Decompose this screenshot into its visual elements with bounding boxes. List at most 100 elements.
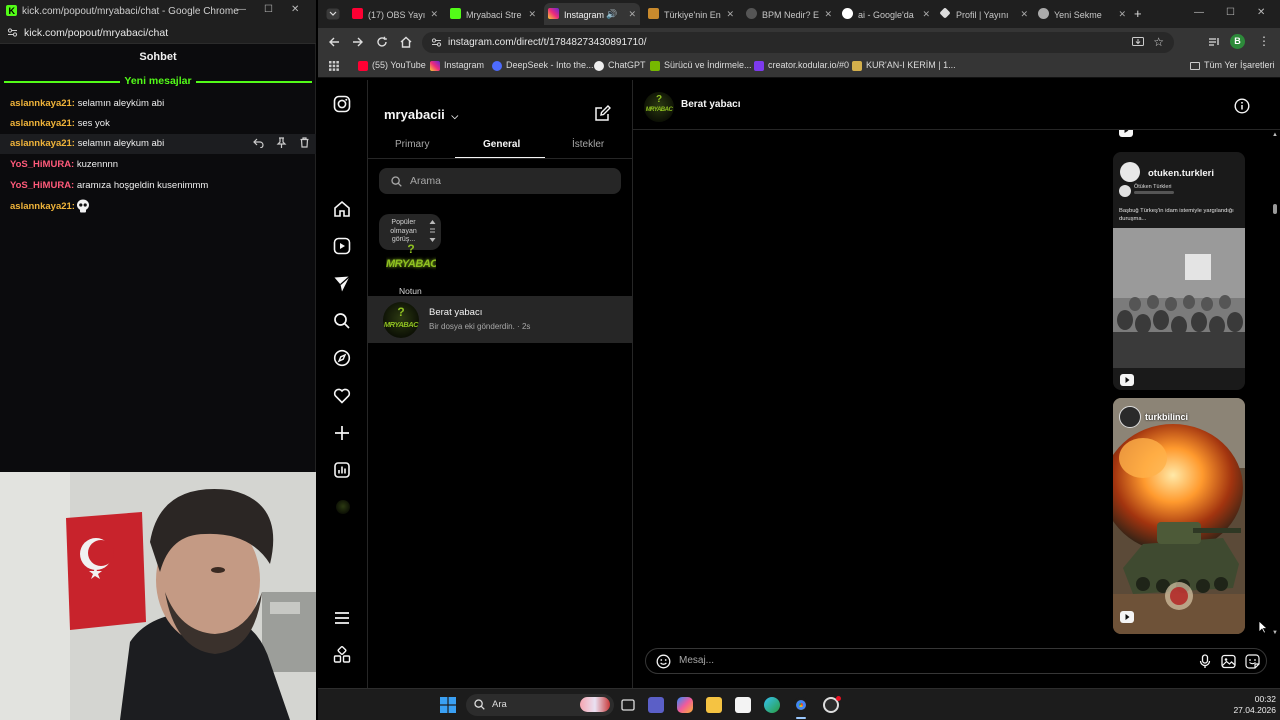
thread-item[interactable]: ? MRYABAC Berat yabacı Bir dosya eki gön… [368, 296, 633, 343]
search-icon[interactable] [333, 312, 353, 332]
instagram-logo-icon[interactable] [333, 95, 353, 115]
chat-username[interactable]: aslannkaya21: [10, 118, 75, 129]
microsoft-store-icon[interactable] [735, 697, 751, 713]
chat-username[interactable]: aslannkaya21: [10, 201, 75, 212]
maximize-icon[interactable]: ☐ [264, 4, 273, 15]
minimize-icon[interactable]: — [236, 4, 246, 15]
tab-google-search[interactable]: ai - Google'da ✕ [838, 3, 934, 25]
install-app-icon[interactable] [1132, 37, 1144, 48]
image-upload-icon[interactable] [1221, 654, 1236, 669]
tab-primary[interactable]: Primary [395, 139, 429, 150]
account-switcher[interactable]: mryabacii ⌵ [384, 107, 458, 122]
video-play-icon[interactable] [1119, 130, 1133, 138]
notifications-heart-icon[interactable] [333, 387, 353, 407]
reels-icon[interactable] [333, 237, 353, 257]
dashboard-icon[interactable] [333, 461, 353, 481]
task-view-icon[interactable] [620, 697, 636, 713]
reload-icon[interactable] [376, 36, 388, 48]
teams-icon[interactable] [648, 697, 664, 713]
home-icon[interactable] [333, 200, 353, 220]
close-tab-icon[interactable]: ✕ [430, 9, 438, 20]
maximize-icon[interactable]: ☐ [1226, 7, 1235, 18]
close-tab-icon[interactable]: ✕ [726, 9, 734, 20]
new-message-icon[interactable] [594, 105, 611, 122]
bookmark-chatgpt[interactable]: ChatGPT [594, 60, 646, 71]
bookmark-deepseek[interactable]: DeepSeek - Into the... [492, 60, 594, 71]
chat-username[interactable]: YoS_HiMURA: [10, 180, 74, 191]
new-tab-icon[interactable]: + [1134, 6, 1142, 21]
more-menu-icon[interactable] [333, 609, 353, 629]
close-tab-icon[interactable]: ✕ [824, 9, 832, 20]
video-play-icon[interactable] [1120, 611, 1134, 623]
address-bar[interactable]: instagram.com/direct/t/17848273430891710… [422, 32, 1174, 53]
bookmark-kodular[interactable]: creator.kodular.io/#0 [754, 60, 849, 71]
chat-message[interactable]: aslannkaya21: selamın aleyküm abi [0, 94, 316, 114]
chat-username[interactable]: aslannkaya21: [10, 138, 75, 149]
scroll-down-arrow-icon[interactable]: ▼ [1272, 630, 1278, 636]
pin-icon[interactable] [276, 137, 287, 148]
shared-reel-card[interactable]: turkbilinci [1113, 398, 1245, 634]
shared-reel-card[interactable]: otuken.turkleri Ötüken Türkleri Başbuğ T… [1113, 152, 1245, 390]
create-plus-icon[interactable] [333, 424, 353, 444]
close-tab-icon[interactable]: ✕ [628, 9, 636, 20]
back-icon[interactable] [328, 36, 340, 48]
media-control-icon[interactable] [1208, 36, 1220, 48]
explore-icon[interactable] [333, 349, 353, 369]
close-tab-icon[interactable]: ✕ [1118, 9, 1126, 20]
profile-avatar[interactable] [336, 500, 350, 514]
emoji-icon[interactable] [656, 654, 671, 669]
system-clock[interactable]: 00:32 27.04.2026 [1218, 694, 1276, 716]
conversation-info-icon[interactable] [1234, 98, 1250, 114]
scrollbar-thumb[interactable] [1273, 204, 1277, 214]
bookmark-star-icon[interactable]: ☆ [1153, 35, 1164, 49]
search-input[interactable]: Arama [379, 168, 621, 194]
file-explorer-icon[interactable] [706, 697, 722, 713]
note-avatar[interactable]: ? MRYABAC [386, 240, 436, 282]
chat-message[interactable]: YoS_HiMURA: aramıza hoşgeldin kusenimmm [0, 176, 316, 196]
site-settings-icon[interactable] [7, 27, 18, 38]
close-tab-icon[interactable]: ✕ [1020, 9, 1028, 20]
bookmark-youtube[interactable]: (55) YouTube [358, 60, 426, 71]
chrome-menu-icon[interactable]: ⋮ [1258, 34, 1270, 48]
close-tab-icon[interactable]: ✕ [922, 9, 930, 20]
edge-icon[interactable] [764, 697, 780, 713]
scroll-up-arrow-icon[interactable]: ▲ [1272, 132, 1278, 138]
home-icon[interactable] [400, 36, 412, 48]
taskbar-search[interactable]: Ara [466, 694, 614, 716]
chat-message[interactable]: aslannkaya21: [0, 197, 316, 217]
copilot-icon[interactable] [677, 697, 693, 713]
close-icon[interactable]: ✕ [1257, 7, 1265, 18]
site-settings-icon[interactable] [431, 37, 442, 48]
tab-search-icon[interactable] [326, 8, 340, 20]
chat-username[interactable]: aslannkaya21: [10, 98, 75, 109]
conversation-scrollbar[interactable]: ▲ ▼ [1270, 130, 1280, 640]
chat-message[interactable]: aslannkaya21: ses yok [0, 114, 316, 134]
start-button[interactable] [440, 697, 456, 713]
profile-avatar[interactable]: B [1230, 34, 1245, 49]
forward-icon[interactable] [352, 36, 364, 48]
tab-instagram[interactable]: Instagram 🔊 ✕ [544, 3, 640, 25]
bookmark-kuran[interactable]: KUR'AN-I KERİM | 1... [852, 60, 956, 71]
microphone-icon[interactable] [1199, 654, 1211, 669]
left-url-bar[interactable]: kick.com/popout/mryabaci/chat [0, 22, 316, 44]
tab-turkiye[interactable]: Türkiye'nin En ✕ [644, 3, 738, 25]
close-tab-icon[interactable]: ✕ [528, 9, 536, 20]
tab-general[interactable]: General [483, 139, 520, 150]
tab-bpm[interactable]: BPM Nedir? E ✕ [742, 3, 836, 25]
apps-grid-icon[interactable] [329, 61, 339, 71]
bookmark-instagram[interactable]: Instagram [430, 60, 484, 71]
bookmark-nvidia-drivers[interactable]: Sürücü ve İndirmele... [650, 60, 752, 71]
message-input[interactable]: Mesaj... [645, 648, 1267, 674]
audio-playing-icon[interactable]: 🔊 [606, 9, 617, 20]
chat-username[interactable]: YoS_HiMURA: [10, 159, 74, 170]
tab-new-tab[interactable]: Yeni Sekme ✕ [1034, 3, 1130, 25]
meta-apps-icon[interactable] [333, 646, 353, 666]
chrome-icon[interactable] [793, 697, 809, 713]
tab-profil[interactable]: Profil | Yayını ✕ [936, 3, 1032, 25]
messages-icon[interactable] [333, 275, 353, 295]
conversation-avatar[interactable]: ? MRYABAC [644, 92, 674, 122]
all-bookmarks-folder[interactable]: Tüm Yer İşaretleri [1190, 60, 1275, 70]
sticker-icon[interactable] [1245, 654, 1260, 669]
minimize-icon[interactable]: — [1194, 7, 1204, 18]
tab-requests[interactable]: İstekler [572, 139, 604, 150]
